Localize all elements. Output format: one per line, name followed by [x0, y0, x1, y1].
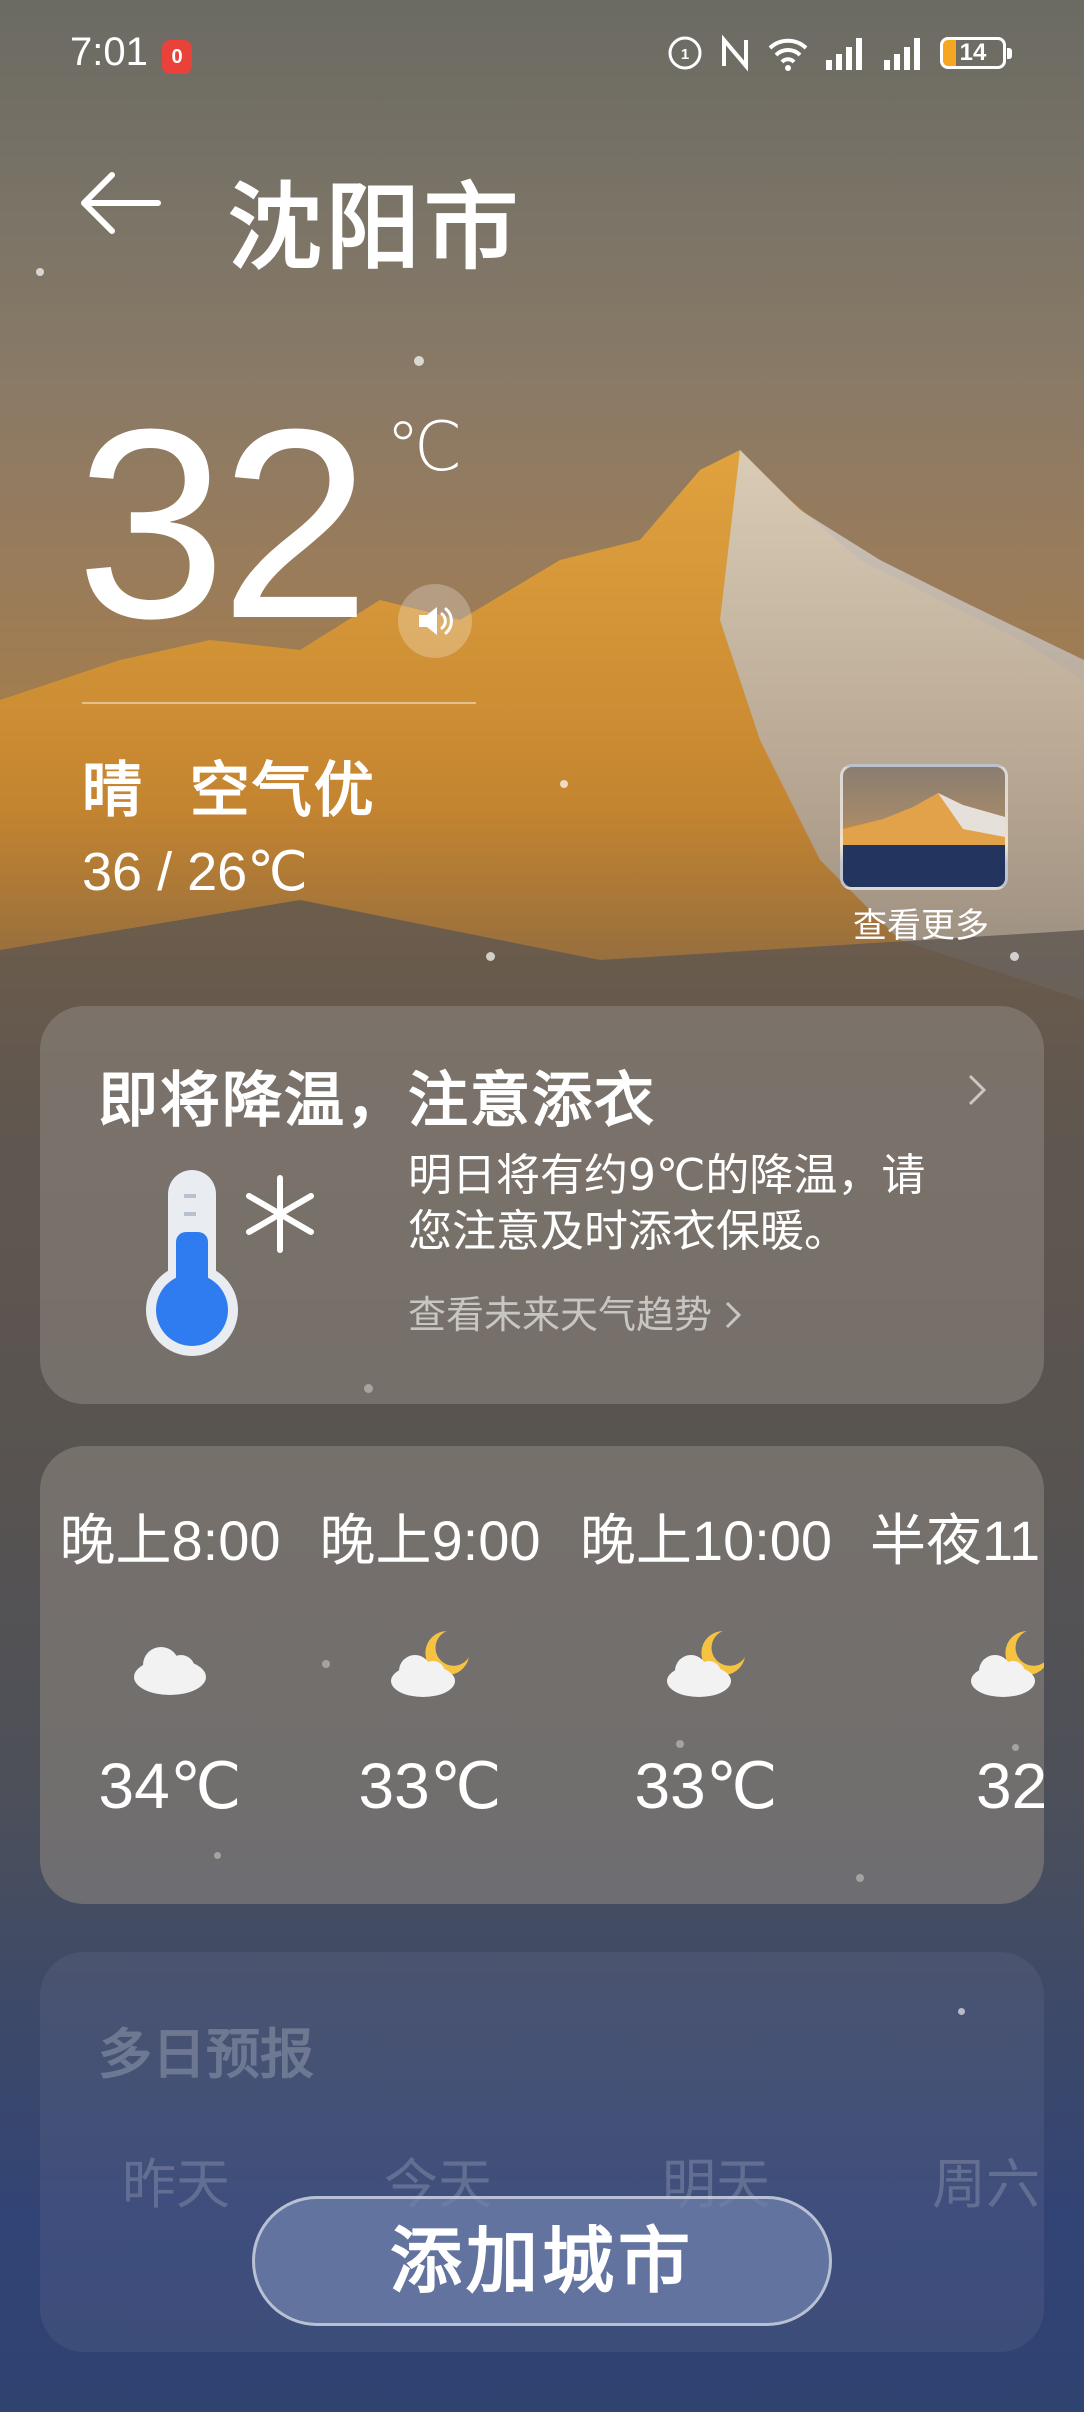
svg-text:1: 1 [681, 46, 689, 63]
signal-icon [826, 38, 862, 70]
view-more-label[interactable]: 查看更多 [818, 898, 1024, 947]
future-trend-link-label: 查看未来天气趋势 [408, 1293, 713, 1337]
snow-particle [36, 268, 44, 276]
hour-time: 半夜11 [870, 1509, 1041, 1572]
add-city-button[interactable]: 添加城市 [252, 2196, 832, 2326]
hourly-item: 半夜11 32℃ [870, 1496, 1044, 1824]
speaker-icon [419, 607, 453, 635]
cloudy-night-icon [391, 1631, 469, 1697]
hourly-item: 晚上9:00 33℃ [300, 1496, 560, 1824]
nfc-icon [722, 34, 748, 72]
cloudy-icon [134, 1647, 206, 1695]
hourly-forecast-card[interactable]: 晚上8:00 34℃ 晚上9:00 33℃ 晚上10:00 33℃ 半夜11 3… [40, 1446, 1044, 1904]
hd-call-icon: 1 [668, 36, 702, 70]
hourly-item: 晚上10:00 33℃ [576, 1496, 836, 1824]
city-title: 沈阳市 [228, 174, 523, 283]
recording-badge: 0 [162, 40, 192, 74]
cloudy-night-icon [667, 1631, 745, 1697]
hour-time: 晚上8:00 [59, 1509, 281, 1572]
cloudy-night-icon [971, 1631, 1044, 1697]
chevron-right-icon [726, 1301, 742, 1329]
hour-temperature: 32℃ [976, 1750, 1044, 1822]
hour-time: 晚上9:00 [319, 1509, 541, 1572]
wifi-icon [768, 38, 808, 71]
chevron-right-icon[interactable] [966, 1072, 990, 1108]
snow-particle [1010, 952, 1019, 961]
status-time: 7:01 [70, 30, 148, 74]
signal-icon-2 [884, 38, 920, 70]
snow-particle [486, 952, 495, 961]
hour-temperature: 34℃ [98, 1750, 242, 1822]
back-arrow-icon[interactable] [78, 160, 164, 246]
temperature-range: 36 / 26℃ [82, 842, 308, 902]
future-trend-link[interactable]: 查看未来天气趋势 [408, 1284, 744, 1339]
hour-temperature: 33℃ [358, 1750, 502, 1822]
battery-icon: 14 [940, 37, 1012, 69]
snow-particle [560, 780, 568, 788]
hour-time: 晚上10:00 [579, 1509, 833, 1572]
day-label: 周六 [932, 2153, 1040, 2216]
temperature-unit: ℃ [386, 408, 463, 487]
voice-broadcast-button[interactable] [398, 584, 472, 658]
snow-particle [414, 356, 424, 366]
mountain-thumbnail-image [843, 793, 1005, 887]
weather-condition: 晴 空气优 [82, 756, 376, 826]
thermometer-snowflake-icon [146, 1170, 314, 1356]
background-thumbnail[interactable] [840, 764, 1008, 890]
day-label: 昨天 [122, 2153, 230, 2216]
status-icons: 1 14 [666, 34, 1012, 72]
divider [82, 702, 476, 704]
hour-temperature: 33℃ [634, 1750, 778, 1822]
current-temperature: 32 [76, 374, 370, 675]
alert-description: 明日将有约9℃的降温，请您注意及时添衣保暖。 [408, 1150, 926, 1257]
alert-title: 即将降温，注意添衣 [98, 1066, 656, 1136]
hourly-item: 晚上8:00 34℃ [40, 1496, 300, 1824]
multi-day-title: 多日预报 [98, 2023, 314, 2086]
